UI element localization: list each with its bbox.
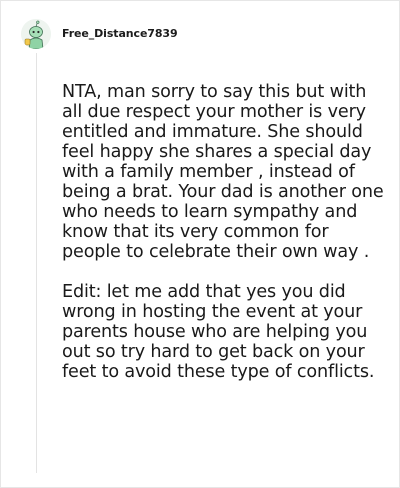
thread-line[interactable] xyxy=(36,53,37,473)
snoo-avatar-icon[interactable] xyxy=(21,19,51,49)
username[interactable]: Free_Distance7839 xyxy=(62,27,178,40)
comment-card: Free_Distance7839 NTA, man sorry to say … xyxy=(0,0,400,488)
comment-paragraph: Edit: let me add that yes you did wrong … xyxy=(62,282,375,382)
comment-paragraph: NTA, man sorry to say this but with all … xyxy=(62,82,384,262)
comment-body: NTA, man sorry to say this but with all … xyxy=(62,82,387,382)
